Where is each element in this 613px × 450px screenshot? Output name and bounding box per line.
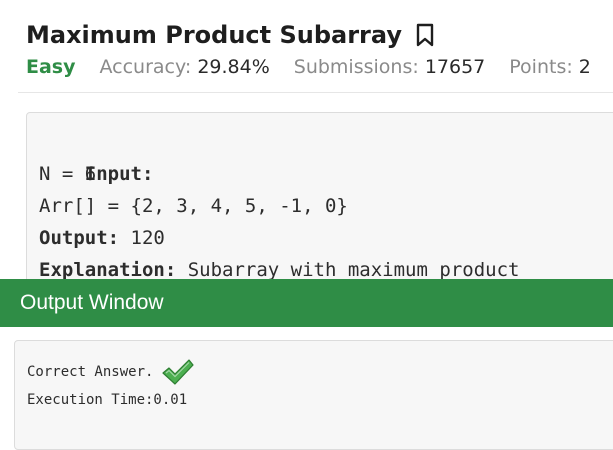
bookmark-icon[interactable] bbox=[414, 22, 436, 48]
points-label: Points: bbox=[509, 56, 573, 78]
checkmark-icon bbox=[161, 358, 195, 386]
submissions-value: 17657 bbox=[424, 56, 486, 78]
output-label: Output: bbox=[39, 227, 120, 249]
problem-title-text: Maximum Product Subarray bbox=[26, 21, 402, 49]
accuracy-value: 29.84% bbox=[197, 56, 270, 78]
accuracy-label: Accuracy: bbox=[99, 56, 192, 78]
points-stat: Points: 2 bbox=[509, 56, 591, 78]
output-window-header: Output Window bbox=[0, 279, 613, 327]
output-value: 120 bbox=[119, 227, 165, 249]
result-line: Correct Answer. bbox=[27, 358, 195, 386]
accuracy-stat: Accuracy: 29.84% bbox=[100, 56, 270, 78]
problem-title: Maximum Product Subarray bbox=[26, 18, 436, 52]
points-value: 2 bbox=[578, 56, 591, 78]
submissions-stat: Submissions: 17657 bbox=[294, 56, 486, 78]
result-text: Correct Answer. bbox=[27, 364, 154, 380]
execution-time: Execution Time:0.01 bbox=[27, 392, 188, 408]
problem-stats: Easy Accuracy: 29.84% Submissions: 17657… bbox=[26, 54, 591, 80]
difficulty-badge: Easy bbox=[26, 56, 76, 78]
explanation-label: Explanation: bbox=[39, 259, 177, 281]
example-arr-line: Arr[] = {2, 3, 4, 5, -1, 0} bbox=[39, 195, 348, 217]
example-input-line: Input: bbox=[39, 126, 613, 185]
example-output-line: Output: 120 bbox=[39, 222, 613, 254]
header-divider bbox=[18, 92, 613, 93]
submissions-label: Submissions: bbox=[293, 56, 419, 78]
explanation-value: Subarray with maximum product bbox=[176, 259, 520, 281]
output-window-body: Correct Answer. Execution Time:0.01 bbox=[14, 340, 613, 450]
